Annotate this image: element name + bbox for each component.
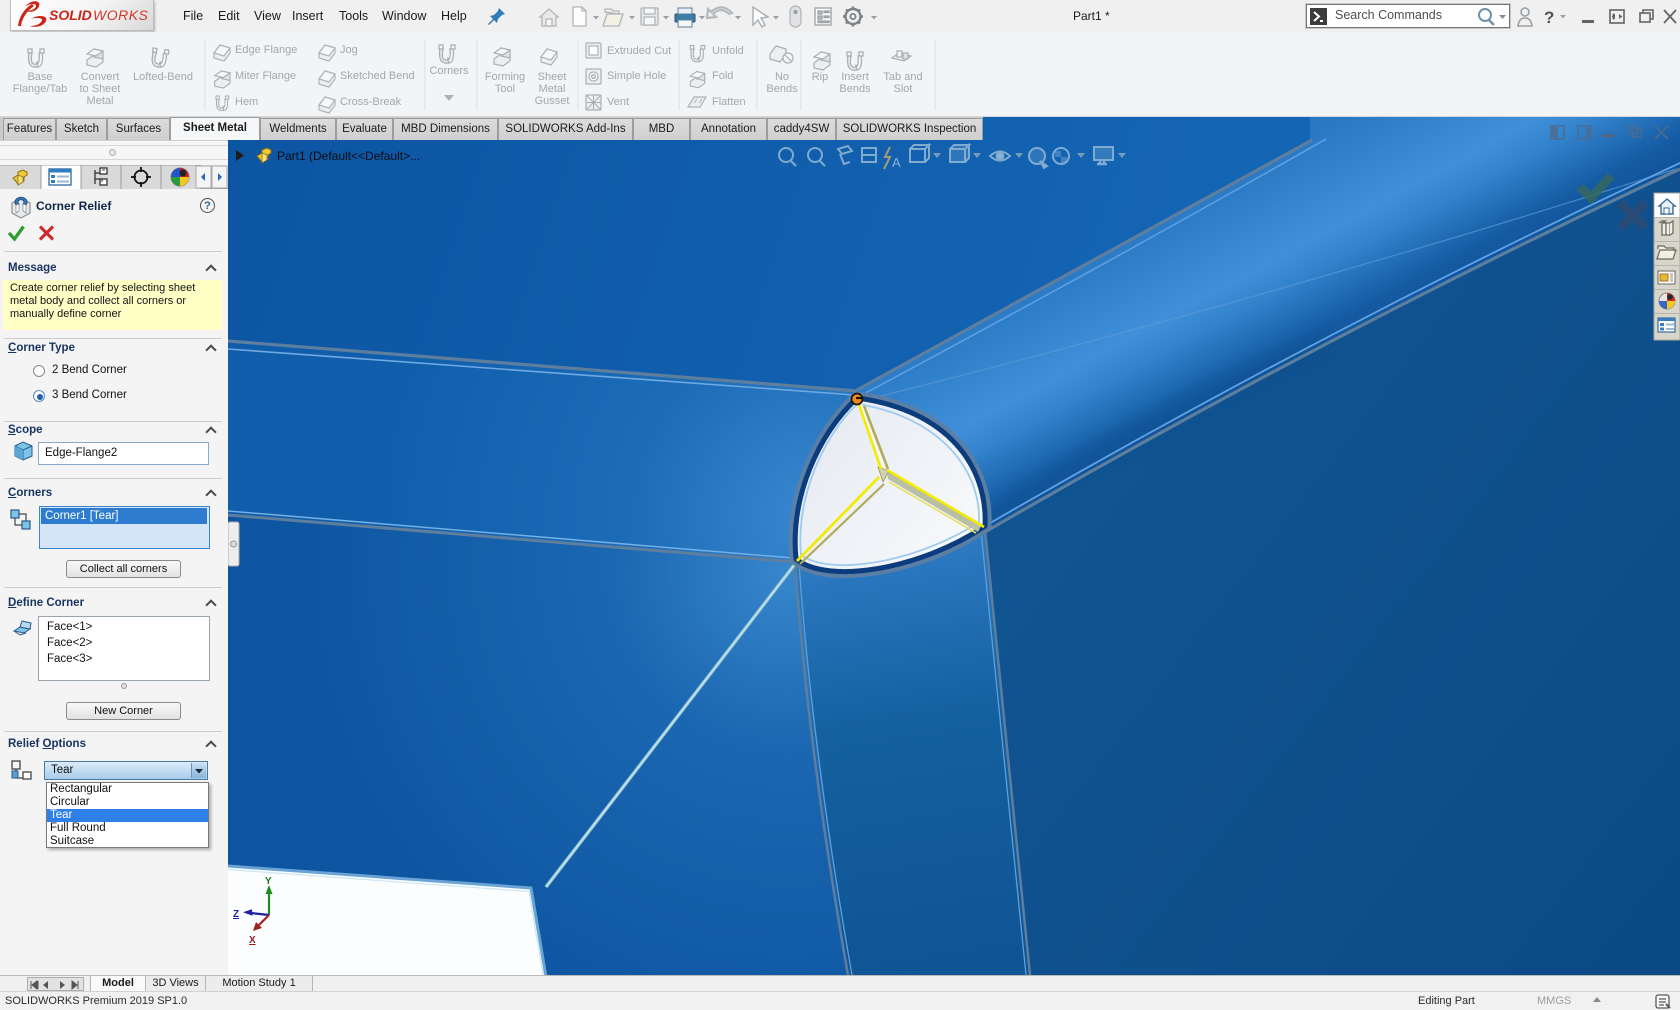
svg-text:SOLID: SOLID (49, 7, 92, 23)
svg-text:A: A (892, 155, 901, 170)
svg-text:X: X (249, 935, 256, 946)
svg-text:WORKS: WORKS (93, 7, 149, 23)
svg-text:Y: Y (265, 876, 272, 887)
svg-text:Part1 (Default<<Default>...: Part1 (Default<<Default>... (277, 149, 420, 163)
svg-text:Z: Z (233, 909, 239, 920)
svg-text:?: ? (1544, 8, 1554, 27)
